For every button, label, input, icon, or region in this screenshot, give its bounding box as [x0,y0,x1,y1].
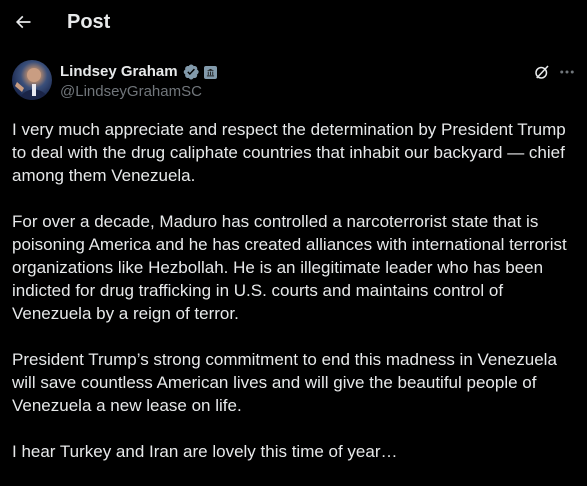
government-badge-icon[interactable] [203,65,217,79]
avatar[interactable] [12,60,52,100]
grok-icon [535,65,549,79]
name-row: Lindsey Graham [60,62,217,82]
verified-badge-icon[interactable] [182,63,200,81]
post-paragraph: I very much appreciate and respect the d… [12,120,566,185]
author-info: Lindsey Graham @LindseyGrahamSC [60,62,217,102]
grok-button[interactable] [532,62,552,82]
handle[interactable]: @LindseyGrahamSC [60,82,217,102]
post-paragraph: I hear Turkey and Iran are lovely this t… [12,442,398,461]
more-horizontal-icon [560,70,574,74]
avatar-image [15,68,48,100]
display-name[interactable]: Lindsey Graham [60,62,178,82]
post-paragraph: President Trump’s strong commitment to e… [12,350,557,415]
arrow-left-icon [15,15,31,29]
post-text: I very much appreciate and respect the d… [12,118,578,486]
top-bar: Post [0,0,587,46]
post-paragraph: For over a decade, Maduro has controlled… [12,212,567,323]
back-button[interactable] [8,7,38,37]
page-title: Post [67,11,111,33]
more-options-button[interactable] [557,62,577,82]
